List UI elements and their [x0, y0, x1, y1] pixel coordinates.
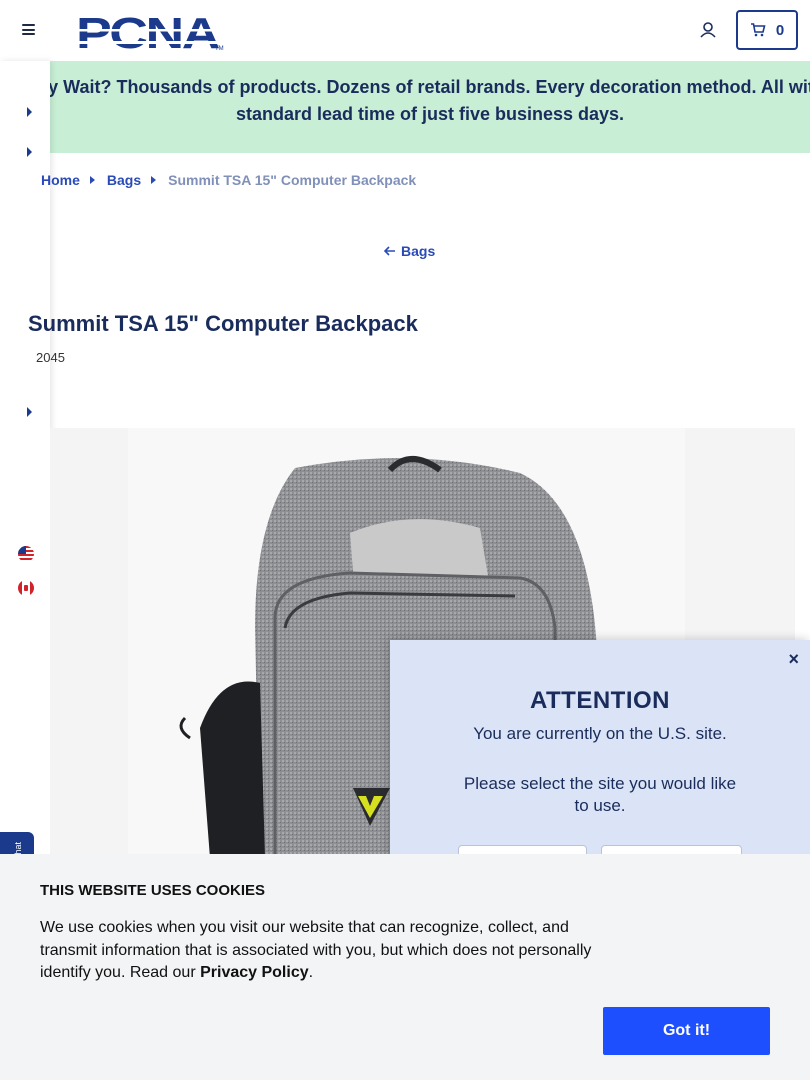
back-to-category-link[interactable]: Bags [384, 243, 435, 259]
breadcrumb-current: Summit TSA 15" Computer Backpack [168, 172, 417, 188]
cart-icon [750, 23, 766, 37]
privacy-policy-link[interactable]: Privacy Policy [200, 964, 309, 981]
breadcrumb: Home Bags Summit TSA 15" Computer Backpa… [41, 171, 417, 189]
breadcrumb-home[interactable]: Home [41, 172, 80, 188]
breadcrumb-category[interactable]: Bags [107, 172, 141, 188]
site-header: PCNA TM 0 [0, 0, 810, 61]
product-title: Summit TSA 15" Computer Backpack [28, 311, 418, 336]
breadcrumb-separator-icon [151, 176, 157, 184]
cookie-title: THIS WEBSITE USES COOKIES [40, 882, 266, 899]
product-sku: 2045 [36, 350, 65, 365]
promo-banner-text: Why Wait? Thousands of products. Dozens … [50, 77, 810, 124]
modal-title: ATTENTION [529, 687, 671, 714]
close-icon[interactable]: × [788, 649, 799, 670]
svg-text:TM: TM [215, 46, 224, 51]
cookie-text-end: . [308, 964, 314, 981]
pcna-logo[interactable]: PCNA TM [76, 9, 224, 58]
menu-icon[interactable] [22, 24, 35, 35]
modal-instruction-text: Please select the site you would like to… [463, 774, 737, 815]
arrow-left-icon [384, 246, 395, 256]
modal-current-site-text: You are currently on the U.S. site. [473, 724, 727, 743]
cookie-body-text: We use cookies when you visit our websit… [40, 919, 592, 981]
promo-banner: Why Wait? Thousands of products. Dozens … [50, 61, 810, 153]
rail-expand-icon[interactable] [27, 407, 32, 417]
account-icon[interactable] [698, 20, 718, 40]
rail-expand-icon[interactable] [27, 147, 32, 157]
canada-flag-icon[interactable] [18, 580, 34, 596]
cart-button[interactable]: 0 [736, 10, 798, 50]
cookie-text: We use cookies when you visit our websit… [40, 917, 605, 985]
rail-expand-icon[interactable] [27, 107, 32, 117]
cart-count: 0 [775, 21, 785, 39]
accept-cookies-button[interactable]: Got it! [603, 1007, 770, 1055]
back-link-label: Bags [401, 243, 436, 259]
us-flag-icon[interactable] [18, 546, 34, 562]
breadcrumb-separator-icon [89, 176, 95, 184]
cookie-banner: THIS WEBSITE USES COOKIES We use cookies… [0, 854, 810, 1080]
